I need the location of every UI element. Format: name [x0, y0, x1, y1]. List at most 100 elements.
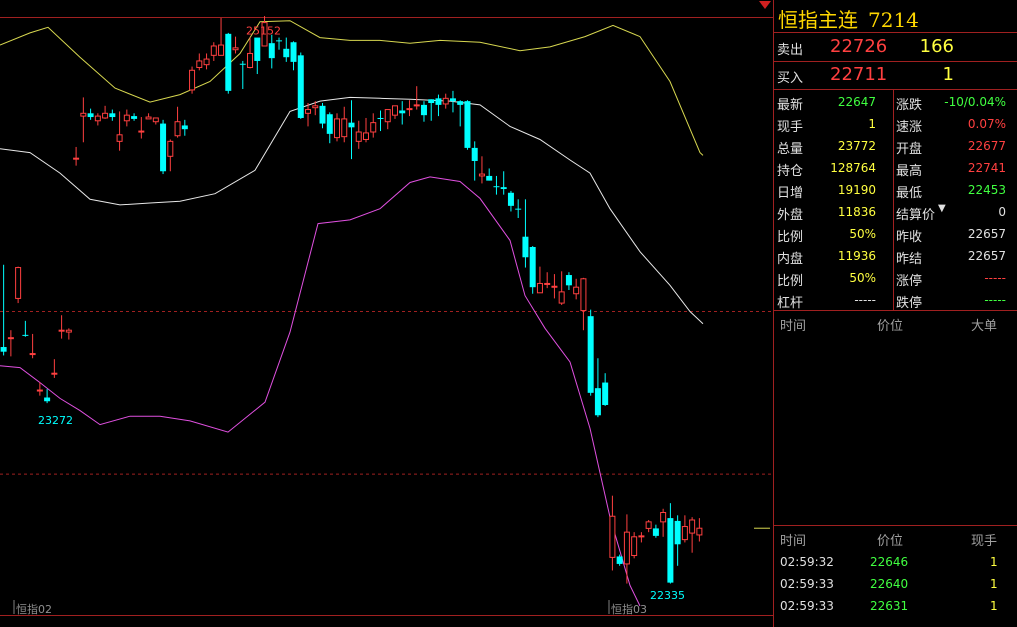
candle-body — [312, 105, 319, 109]
candle-body — [652, 528, 659, 536]
candle-body — [167, 140, 174, 157]
candle-body — [391, 105, 398, 116]
candle-body — [290, 42, 297, 62]
stat-value: 0.07% — [967, 117, 1006, 131]
buy-price: 22711 — [830, 64, 888, 85]
stat-value: 128764 — [830, 161, 876, 175]
candle-body — [145, 116, 152, 120]
quote-panel: 恒指主连 7214 卖出 22726 166 买入 22711 1 最新 22647… — [773, 0, 1017, 627]
candle-body — [297, 55, 304, 118]
candle-body — [138, 130, 145, 133]
candle-body — [587, 316, 594, 393]
buy-label: 买入 — [777, 71, 804, 86]
candle-body — [471, 147, 478, 161]
buy-row[interactable]: 买入 22711 1 — [774, 62, 1017, 88]
stats-row: 现手 1 速涨 0.07% — [774, 113, 1017, 135]
stats-row: 内盘 11936 昨结 22657 — [774, 245, 1017, 267]
stat-value: ----- — [984, 271, 1006, 285]
max-price-label: 25152 — [246, 24, 281, 37]
stat-label: 速涨 — [896, 120, 923, 135]
candle-body — [44, 397, 51, 402]
stat-label: 昨收 — [896, 230, 923, 245]
stat-value: 22453 — [967, 183, 1006, 197]
dropdown-icon[interactable]: ▼ — [938, 203, 946, 214]
candle-body — [435, 98, 442, 105]
stat-value: 23772 — [837, 139, 876, 153]
candle-body — [406, 108, 413, 111]
candle-body — [558, 291, 565, 304]
candle-body — [102, 112, 109, 119]
stat-label: 外盘 — [777, 208, 804, 223]
stat-label: 昨结 — [896, 252, 923, 267]
min-price-label-left: 23272 — [38, 414, 73, 427]
candle-body — [0, 347, 7, 352]
sell-row[interactable]: 卖出 22726 166 — [774, 34, 1017, 60]
detail-header-time: 时间 — [780, 319, 807, 334]
candle-body — [362, 132, 369, 140]
candle-body — [660, 512, 667, 523]
candle-body — [551, 285, 558, 288]
kline-chart[interactable]: 25152 23272 22335 恒指02 恒指03 — [0, 0, 773, 627]
stats-row: 比例 50% 昨收 22657 — [774, 223, 1017, 245]
tick-price: 22631 — [870, 599, 909, 613]
stats-row: 最新 22647 涨跌 -10/0.04% — [774, 91, 1017, 113]
stats-row: 杠杆 ----- 跌停 ----- — [774, 289, 1017, 311]
stat-label: 杠杆 — [777, 296, 804, 311]
candle-body — [500, 187, 507, 190]
stat-label: 最低 — [896, 186, 923, 201]
candle-body — [152, 117, 159, 123]
candle-body — [268, 43, 275, 59]
candle-body — [616, 556, 623, 564]
candle-body — [681, 526, 688, 541]
candle-body — [109, 113, 116, 118]
candle-body — [696, 527, 703, 536]
candle-body — [631, 536, 638, 557]
candle-body — [94, 115, 101, 122]
stat-value: ----- — [984, 293, 1006, 307]
ticks-header-time: 时间 — [780, 534, 807, 549]
candle-body — [377, 117, 384, 119]
contract-label: 恒指02 — [16, 602, 52, 616]
stat-label: 持仓 — [777, 164, 804, 179]
candle-body — [529, 246, 536, 288]
candle-body — [442, 97, 449, 105]
sell-volume: 166 — [919, 36, 954, 57]
stat-value: 50% — [849, 227, 876, 241]
tick-volume: 1 — [990, 555, 998, 569]
stat-value: 1 — [868, 117, 876, 131]
band-lower — [0, 176, 641, 607]
candle-body — [573, 286, 580, 295]
tick-row: 02:59:33 22631 1 — [774, 596, 1017, 618]
candle-body — [428, 99, 435, 104]
stats-row: 总量 23772 开盘 22677 — [774, 135, 1017, 157]
stat-value: ----- — [854, 293, 876, 307]
candle-body — [623, 531, 630, 565]
candle-body — [399, 110, 406, 114]
stats-row: 日增 19190 最低 22453 — [774, 179, 1017, 201]
corner-marker-icon — [759, 1, 771, 9]
stat-label: 涨停 — [896, 274, 923, 289]
candle-body — [36, 389, 43, 392]
tick-price: 22646 — [870, 555, 909, 569]
candle-body — [196, 60, 203, 68]
stat-label: 开盘 — [896, 142, 923, 157]
candle-body — [457, 101, 464, 105]
stat-label: 最高 — [896, 164, 923, 179]
candle-body — [319, 105, 326, 124]
candle-body — [65, 329, 72, 333]
instrument-code: 7214 — [868, 8, 919, 32]
candle-body — [160, 123, 167, 172]
sell-price: 22726 — [830, 36, 888, 57]
ticks-header-price: 价位 — [877, 534, 904, 549]
candle-body — [420, 104, 427, 116]
candle-body — [486, 175, 493, 181]
instrument-name: 恒指主连 — [778, 8, 858, 32]
stat-value: 22657 — [967, 227, 1006, 241]
kline-chart-svg[interactable]: 25152 23272 22335 恒指02 恒指03 — [0, 0, 773, 627]
min-price-label-right: 22335 — [650, 589, 685, 602]
stat-label[interactable]: 结算价 — [896, 204, 935, 223]
sell-label: 卖出 — [777, 43, 804, 58]
instrument-title: 恒指主连 7214 — [778, 4, 919, 33]
candle-body — [602, 382, 609, 405]
candle-body — [464, 101, 471, 148]
